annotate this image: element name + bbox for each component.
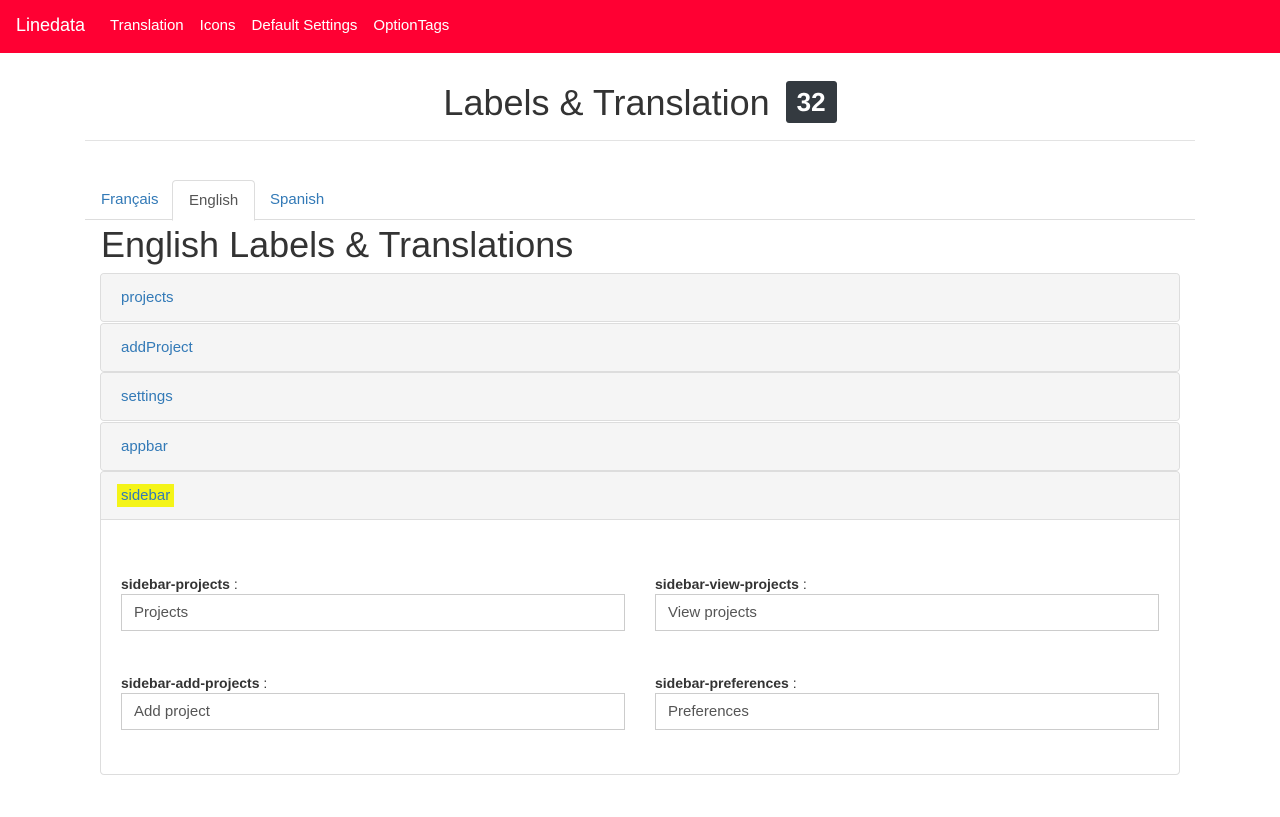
field-label: sidebar-projects : bbox=[121, 576, 625, 592]
panel-projects: projects bbox=[100, 273, 1180, 322]
sidebar-projects-input[interactable] bbox=[121, 594, 625, 631]
panel-link-projects[interactable]: projects bbox=[121, 289, 174, 306]
panel-settings: settings bbox=[100, 372, 1180, 421]
field-label-text: sidebar-add-projects bbox=[121, 675, 260, 691]
field-sidebar-preferences: sidebar-preferences : bbox=[655, 675, 1159, 730]
page-title-text: Labels & Translation bbox=[443, 82, 770, 123]
panel-sidebar: sidebar sidebar-projects : sidebar-view-… bbox=[100, 471, 1180, 775]
field-label: sidebar-preferences : bbox=[655, 675, 1159, 691]
sidebar-preferences-input[interactable] bbox=[655, 693, 1159, 730]
panel-link-sidebar[interactable]: sidebar bbox=[117, 484, 175, 507]
sidebar-add-projects-input[interactable] bbox=[121, 693, 625, 730]
panel-heading-addproject[interactable]: addProject bbox=[101, 324, 1179, 371]
brand-logo[interactable]: Linedata bbox=[16, 15, 85, 36]
panel-link-settings[interactable]: settings bbox=[121, 388, 173, 405]
nav-link-translation[interactable]: Translation bbox=[110, 17, 184, 34]
top-navbar: Linedata Translation Icons Default Setti… bbox=[0, 0, 1280, 53]
field-sidebar-projects: sidebar-projects : bbox=[121, 576, 625, 631]
field-label: sidebar-add-projects : bbox=[121, 675, 625, 691]
sidebar-view-projects-input[interactable] bbox=[655, 594, 1159, 631]
field-sidebar-view-projects: sidebar-view-projects : bbox=[655, 576, 1159, 631]
page-title: Labels & Translation 32 bbox=[85, 81, 1195, 125]
field-label-colon: : bbox=[263, 675, 268, 691]
panel-link-addproject[interactable]: addProject bbox=[121, 339, 193, 356]
tab-spanish[interactable]: Spanish bbox=[254, 180, 340, 219]
field-label: sidebar-view-projects : bbox=[655, 576, 1159, 592]
panel-heading-sidebar[interactable]: sidebar bbox=[101, 472, 1179, 520]
nav-link-optiontags[interactable]: OptionTags bbox=[373, 17, 449, 34]
tab-francais-label[interactable]: Français bbox=[101, 191, 159, 208]
section-title: English Labels & Translations bbox=[101, 224, 574, 265]
nav-links: Translation Icons Default Settings Optio… bbox=[110, 17, 465, 35]
panel-heading-projects[interactable]: projects bbox=[101, 274, 1179, 321]
field-sidebar-add-projects: sidebar-add-projects : bbox=[121, 675, 625, 730]
panel-addproject: addProject bbox=[100, 323, 1180, 372]
nav-link-default-settings[interactable]: Default Settings bbox=[252, 17, 358, 34]
tab-spanish-label[interactable]: Spanish bbox=[270, 191, 324, 208]
page-header: Labels & Translation 32 bbox=[85, 53, 1195, 141]
field-label-text: sidebar-projects bbox=[121, 576, 230, 592]
panel-appbar: appbar bbox=[100, 422, 1180, 471]
panel-heading-settings[interactable]: settings bbox=[101, 373, 1179, 420]
panel-link-appbar[interactable]: appbar bbox=[121, 438, 168, 455]
field-label-colon: : bbox=[802, 576, 807, 592]
label-count-badge: 32 bbox=[785, 81, 837, 123]
panel-body-sidebar: sidebar-projects : sidebar-view-projects… bbox=[101, 520, 1179, 774]
field-label-colon: : bbox=[792, 675, 797, 691]
language-tabs: Français English Spanish bbox=[85, 180, 1195, 221]
tab-english[interactable]: English bbox=[172, 180, 256, 221]
field-label-text: sidebar-preferences bbox=[655, 675, 789, 691]
tab-francais[interactable]: Français bbox=[85, 180, 175, 219]
nav-link-icons[interactable]: Icons bbox=[200, 17, 236, 34]
field-label-text: sidebar-view-projects bbox=[655, 576, 799, 592]
tab-english-label[interactable]: English bbox=[189, 192, 238, 209]
panel-heading-appbar[interactable]: appbar bbox=[101, 423, 1179, 470]
field-label-colon: : bbox=[233, 576, 238, 592]
